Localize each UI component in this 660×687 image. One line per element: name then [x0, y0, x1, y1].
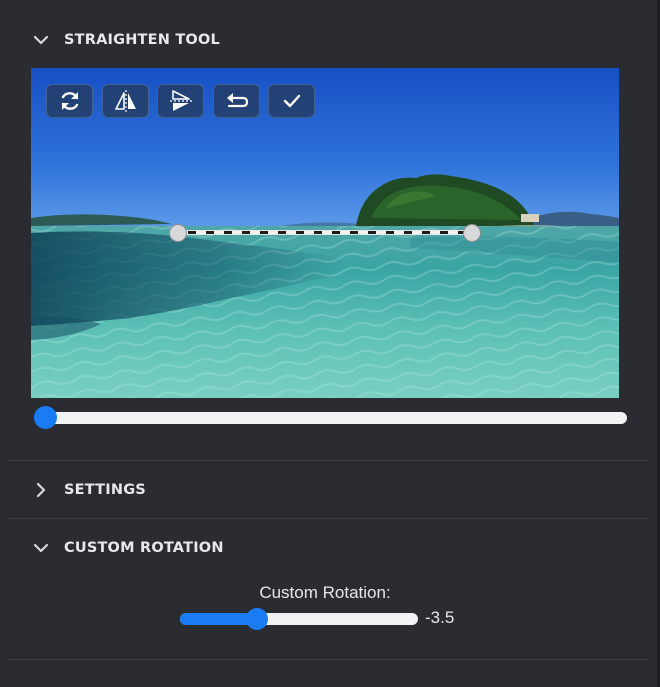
section-header-settings[interactable]: SETTINGS — [0, 470, 648, 510]
flip-horizontal-icon — [114, 90, 136, 112]
straighten-handle-left[interactable] — [169, 224, 187, 242]
rotate-arrows-icon — [61, 92, 78, 110]
section-title-settings: SETTINGS — [64, 482, 146, 498]
straighten-handle-right[interactable] — [463, 224, 481, 242]
undo-button[interactable] — [213, 84, 260, 118]
apply-button[interactable] — [268, 84, 315, 118]
straighten-slider-thumb[interactable] — [34, 406, 57, 429]
section-header-straighten-tool[interactable]: STRAIGHTEN TOOL — [0, 20, 648, 60]
rotate-button[interactable] — [46, 84, 93, 118]
chevron-down-icon — [33, 35, 49, 45]
straighten-guide-line[interactable] — [178, 230, 472, 235]
undo-arrow-icon — [226, 93, 248, 108]
section-divider — [8, 460, 648, 461]
section-divider — [8, 518, 648, 519]
flip-horizontal-button[interactable] — [102, 84, 149, 118]
custom-rotation-label: Custom Rotation: — [259, 583, 391, 602]
flip-vertical-icon — [169, 90, 192, 111]
custom-rotation-value: -3.5 — [425, 608, 455, 627]
chevron-down-icon — [33, 543, 49, 553]
flip-vertical-button[interactable] — [157, 84, 204, 118]
section-header-custom-rotation[interactable]: CUSTOM ROTATION — [0, 528, 648, 568]
section-divider — [8, 659, 648, 660]
straighten-slider-track[interactable] — [36, 412, 627, 424]
section-title-straighten-tool: STRAIGHTEN TOOL — [64, 32, 220, 48]
checkmark-icon — [283, 94, 300, 108]
custom-rotation-slider-thumb[interactable] — [246, 608, 269, 630]
chevron-right-icon — [36, 482, 46, 498]
custom-rotation-slider-track[interactable] — [180, 613, 418, 625]
section-title-custom-rotation: CUSTOM ROTATION — [64, 540, 224, 556]
